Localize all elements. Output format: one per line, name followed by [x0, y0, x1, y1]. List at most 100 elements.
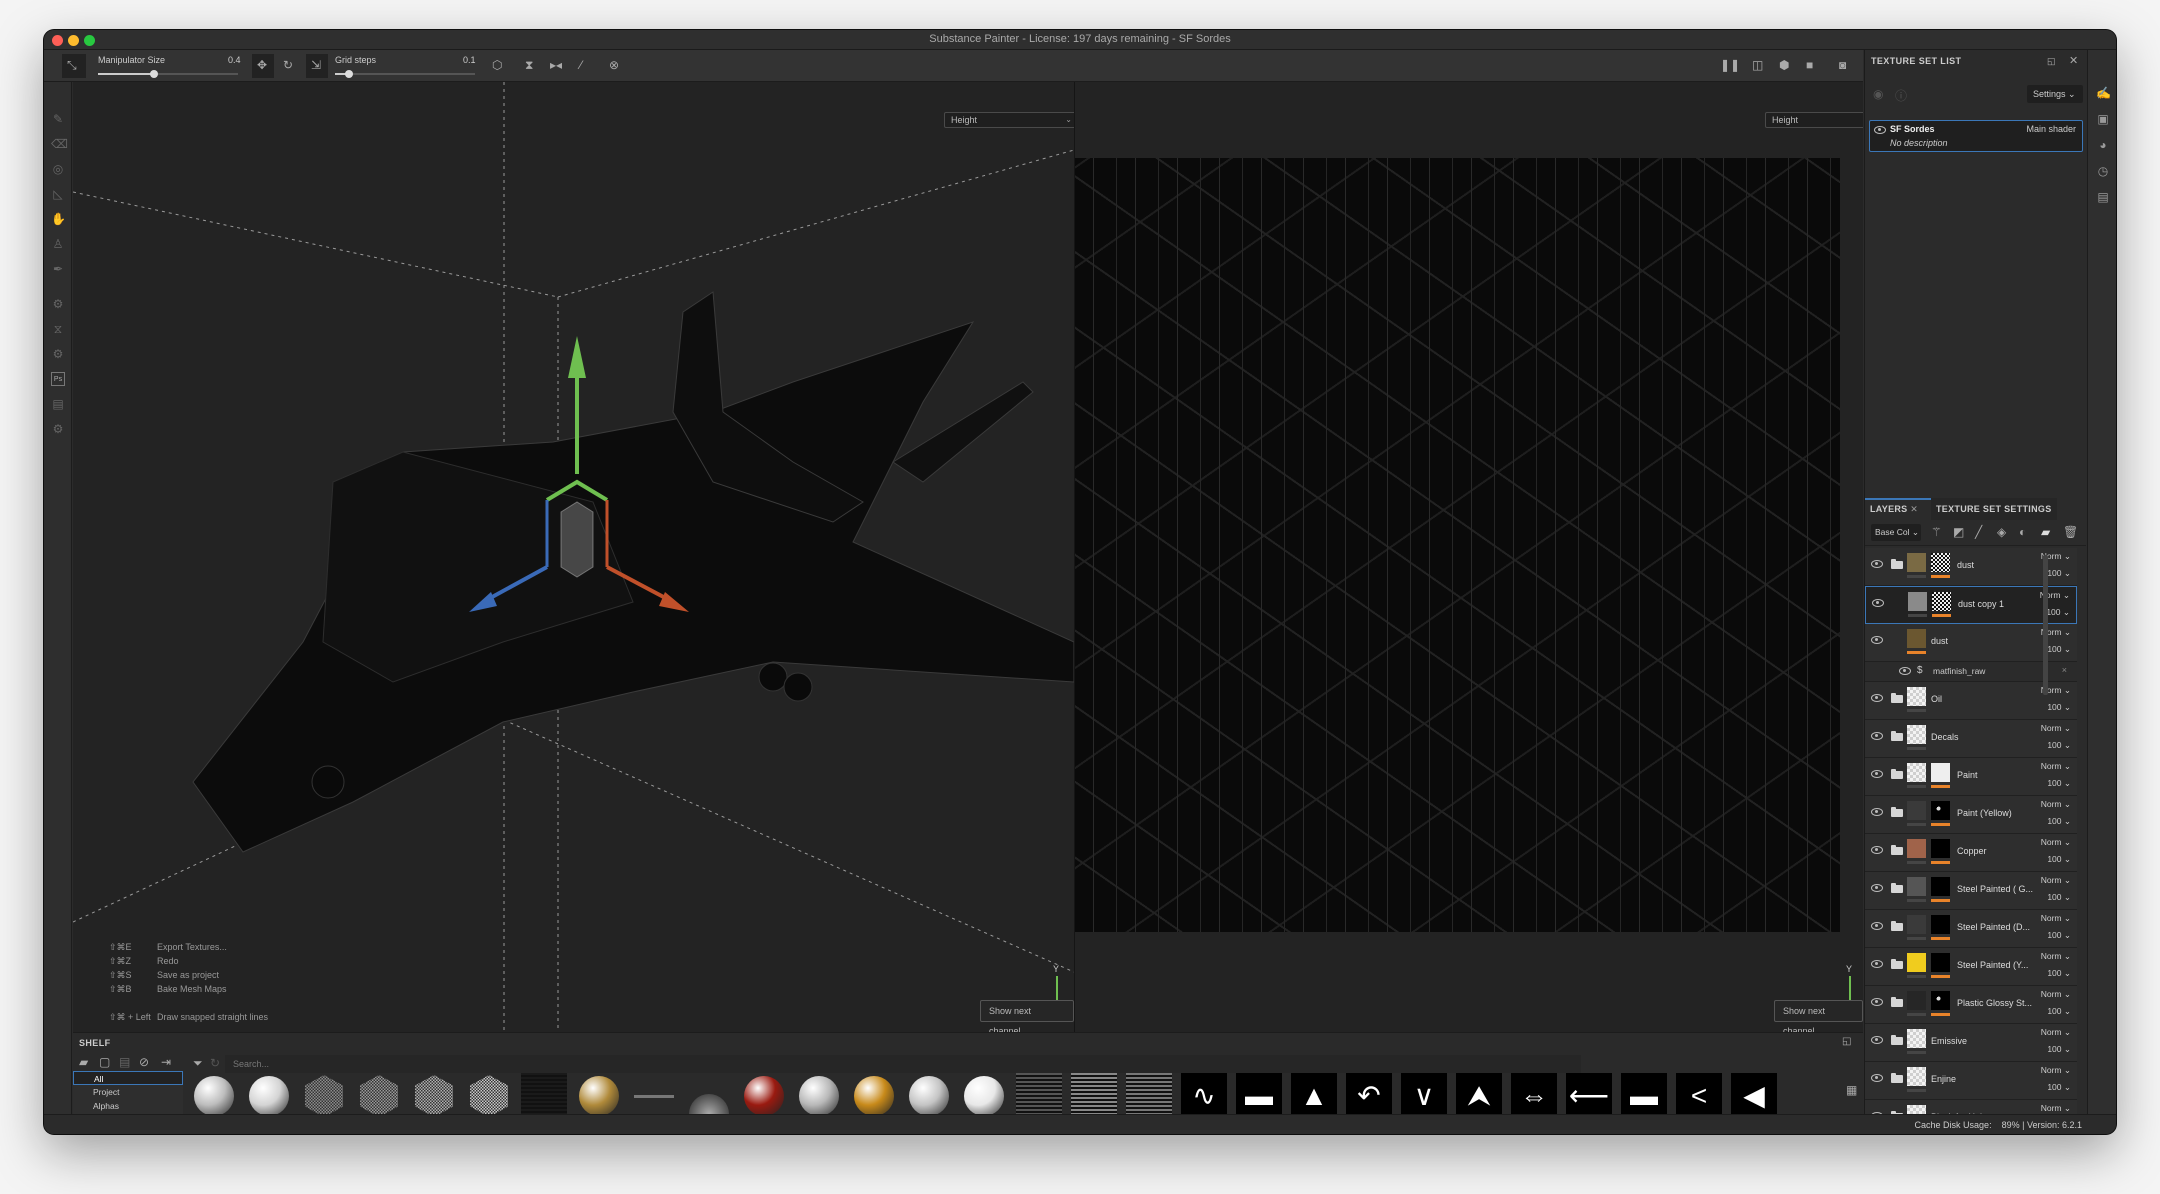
shelf-item[interactable]: [686, 1073, 732, 1115]
layer-thumbnail[interactable]: [1907, 953, 1926, 972]
channel-dropdown-2d[interactable]: Height ⌄: [1765, 112, 1863, 128]
blend-mode-dropdown[interactable]: Norm ⌄: [2041, 989, 2071, 1000]
shelf-item[interactable]: ▲: [1291, 1073, 1337, 1115]
eye-icon[interactable]: [1899, 667, 1911, 675]
show-next-channel-button-3d[interactable]: Show next channel: [980, 1000, 1074, 1032]
hide-icon[interactable]: ⊘: [139, 1055, 149, 1069]
scale-tool-button[interactable]: ⇲: [306, 54, 328, 78]
shelf-item[interactable]: [466, 1073, 512, 1115]
folder-icon[interactable]: [1891, 1035, 1903, 1045]
split-view-icon[interactable]: ◫: [1752, 58, 1763, 72]
import-icon[interactable]: ⇥: [161, 1055, 171, 1069]
folder-icon[interactable]: [1891, 997, 1903, 1007]
new-shelf-icon[interactable]: ▢: [99, 1055, 110, 1069]
layer-thumbnail[interactable]: [1907, 687, 1926, 706]
layer-row[interactable]: Steel Painted (Y... Norm ⌄ 100 ⌄: [1865, 948, 2077, 986]
paint-brush-icon[interactable]: ✎: [51, 112, 65, 126]
blend-mode-dropdown[interactable]: Norm ⌄: [2041, 913, 2071, 924]
shelf-search-input[interactable]: Search...: [225, 1055, 1581, 1073]
layer-thumbnail[interactable]: [1907, 725, 1926, 744]
blend-mode-dropdown[interactable]: Norm ⌄: [2041, 951, 2071, 962]
eye-icon[interactable]: [1871, 922, 1883, 930]
folder-icon[interactable]: [1891, 845, 1903, 855]
layer-thumbnail[interactable]: [1907, 877, 1926, 896]
symmetry-plane-icon[interactable]: ⧗: [525, 58, 533, 73]
folder-icon[interactable]: [1891, 1073, 1903, 1083]
settings-dropdown[interactable]: Settings ⌄: [2027, 85, 2083, 103]
close-panel-icon[interactable]: ✕: [2069, 50, 2079, 72]
add-paint-layer-icon[interactable]: ╱: [1975, 525, 1982, 539]
opacity-dropdown[interactable]: 100 ⌄: [2047, 1082, 2071, 1093]
color-picker-icon[interactable]: ✒: [51, 262, 65, 276]
folder-icon[interactable]: [1891, 883, 1903, 893]
shelf-category[interactable]: Alphas: [73, 1099, 183, 1113]
layer-row[interactable]: Paint Norm ⌄ 100 ⌄: [1865, 758, 2077, 796]
shelf-item[interactable]: ↶: [1346, 1073, 1392, 1115]
bake-icon[interactable]: ⧖: [51, 322, 65, 336]
opacity-dropdown[interactable]: 100 ⌄: [2047, 1044, 2071, 1055]
shelf-item[interactable]: [301, 1073, 347, 1115]
opacity-dropdown[interactable]: 100 ⌄: [2047, 892, 2071, 903]
layer-thumbnail[interactable]: [1908, 592, 1927, 611]
layer-thumbnail[interactable]: [1907, 915, 1926, 934]
blend-mode-dropdown[interactable]: Norm ⌄: [2041, 875, 2071, 886]
screenshot-icon[interactable]: ◙: [1839, 58, 1846, 72]
add-fill-layer-icon[interactable]: ◈: [1997, 525, 2006, 539]
add-smart-material-icon[interactable]: ◐: [2019, 525, 2026, 539]
rotate-icon[interactable]: ↻: [283, 58, 293, 72]
opacity-dropdown[interactable]: 100 ⌄: [2047, 854, 2071, 865]
eye-icon[interactable]: [1871, 732, 1883, 740]
blend-mode-dropdown[interactable]: Norm ⌄: [2041, 1103, 2071, 1114]
channel-dropdown-3d[interactable]: Height ⌄: [944, 112, 1074, 128]
shelf-item[interactable]: [1126, 1073, 1172, 1115]
blend-mode-dropdown[interactable]: Norm ⌄: [2041, 799, 2071, 810]
float-panel-icon[interactable]: ◱: [1842, 1036, 1851, 1047]
layer-thumbnail[interactable]: [1907, 629, 1926, 648]
shelf-item[interactable]: [796, 1073, 842, 1115]
shelf-category[interactable]: Project: [73, 1085, 183, 1099]
layers-scrollbar[interactable]: [2043, 555, 2048, 695]
layer-mask-thumbnail[interactable]: [1931, 953, 1950, 972]
shelf-item[interactable]: [631, 1073, 677, 1115]
opacity-dropdown[interactable]: 100 ⌄: [2047, 930, 2071, 941]
viewport-2d[interactable]: Height ⌄ Y Show next channel: [1075, 82, 1863, 1032]
settings-icon[interactable]: ⚙: [51, 422, 65, 436]
eye-icon[interactable]: [1874, 126, 1886, 134]
manipulator-size-slider[interactable]: [98, 68, 238, 80]
blend-mode-dropdown[interactable]: Norm ⌄: [2041, 761, 2071, 772]
layer-mask-thumbnail[interactable]: [1931, 801, 1950, 820]
snap-icon[interactable]: ⁄: [580, 58, 582, 72]
document-icon[interactable]: ▤: [51, 397, 65, 411]
grid-steps-slider[interactable]: [335, 68, 475, 80]
channel-select[interactable]: Base Col ⌄: [1871, 524, 1921, 541]
add-folder-icon[interactable]: ▰: [2041, 525, 2050, 539]
clone-stamp-icon[interactable]: ♙: [51, 237, 65, 251]
shelf-item[interactable]: [961, 1073, 1007, 1115]
shelf-item[interactable]: ∿: [1181, 1073, 1227, 1115]
grid-view-icon[interactable]: ▦: [1846, 1083, 1857, 1097]
opacity-dropdown[interactable]: 100 ⌄: [2047, 568, 2071, 579]
filter-icon[interactable]: ⏷: [193, 1056, 203, 1071]
delete-layer-icon[interactable]: 🗑: [2063, 525, 2078, 539]
shelf-item[interactable]: [246, 1073, 292, 1115]
layer-mask-thumbnail[interactable]: [1931, 877, 1950, 896]
opacity-dropdown[interactable]: 100 ⌄: [2046, 607, 2070, 618]
close-tab-icon[interactable]: ✕: [1910, 504, 1918, 514]
viewport-3d[interactable]: Height ⌄ ⇧⌘E Export Textures... ⇧⌘Z Redo ⇧…: [73, 82, 1074, 1032]
opacity-dropdown[interactable]: 100 ⌄: [2047, 1006, 2071, 1017]
eye-icon[interactable]: [1871, 808, 1883, 816]
eye-icon[interactable]: [1871, 960, 1883, 968]
layer-thumbnail[interactable]: [1907, 801, 1926, 820]
projection-icon[interactable]: ◎: [51, 162, 65, 176]
eye-icon[interactable]: [1871, 1036, 1883, 1044]
eraser-icon[interactable]: ⌫: [51, 137, 68, 151]
display-mode-icon[interactable]: ⬢: [1779, 58, 1789, 72]
shelf-item[interactable]: [851, 1073, 897, 1115]
layer-row[interactable]: Decals Norm ⌄ 100 ⌄: [1865, 720, 2077, 758]
blend-mode-dropdown[interactable]: Norm ⌄: [2041, 837, 2071, 848]
smudge-icon[interactable]: ✋: [51, 212, 66, 226]
shelf-item[interactable]: ▬: [1236, 1073, 1282, 1115]
float-panel-icon[interactable]: ◱: [2047, 50, 2056, 72]
cube-view-icon[interactable]: ⬡: [492, 58, 502, 72]
folder-icon[interactable]: [1891, 693, 1903, 703]
